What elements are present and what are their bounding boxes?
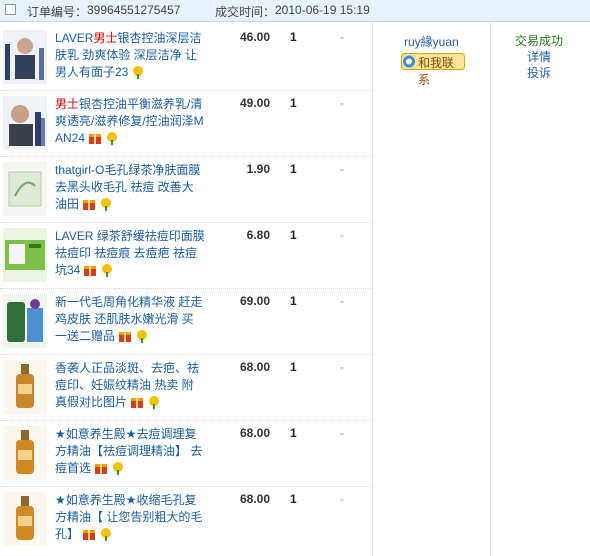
flower-badge-icon [135, 329, 149, 343]
item-price: 1.90 [246, 162, 270, 176]
item-price: 49.00 [239, 96, 270, 110]
item-extra: - [340, 228, 344, 242]
product-title-link[interactable]: 香袭人正品淡斑、去疤、祛痘印、妊娠纹精油 热卖 附真假对比图片 [55, 360, 205, 411]
deal-time-label: 成交时间： [215, 5, 276, 19]
contact-seller-button[interactable]: 和我联系 [401, 53, 465, 87]
item-extra: - [340, 96, 344, 110]
gift-badge-icon [82, 527, 96, 541]
product-title-link[interactable]: LAVER 绿茶舒缓祛痘印面膜 祛痘印 祛痘痕 去痘疤 祛痘坑34 [55, 228, 205, 279]
product-thumbnail[interactable] [3, 294, 47, 348]
product-thumbnail[interactable] [3, 96, 47, 150]
item-price: 69.00 [239, 294, 270, 308]
column-divider [490, 22, 491, 556]
item-row: 新一代毛周角化精华液 赶走鸡皮肤 还肌肤水嫩光滑 买一送二赠品 69.00 1 … [0, 288, 372, 355]
item-extra: - [340, 492, 344, 506]
gift-badge-icon [118, 329, 132, 343]
item-price: 6.80 [246, 228, 270, 242]
product-title-link[interactable]: ★如意养生殿★去痘调理复方精油【祛痘调理精油】 去痘首选 [55, 426, 205, 477]
flower-badge-icon [131, 65, 145, 79]
title-highlight: 男士 [55, 97, 80, 111]
item-row: ★如意养生殿★收缩毛孔复方精油【 让您告别粗大的毛孔】 68.00 1 - [0, 486, 372, 556]
title-highlight: 男士 [93, 31, 118, 45]
product-thumbnail[interactable] [3, 162, 47, 216]
item-price: 68.00 [239, 360, 270, 374]
item-row: ★如意养生殿★去痘调理复方精油【祛痘调理精油】 去痘首选 68.00 1 - [0, 420, 372, 487]
status-text: 交易成功 [514, 34, 563, 48]
flower-badge-icon [99, 527, 113, 541]
order-header: 订单编号： 39964551275457 成交时间： 2010-06-19 15… [0, 0, 590, 22]
item-extra: - [340, 360, 344, 374]
item-quantity: 1 [290, 294, 297, 308]
product-title-link[interactable]: 新一代毛周角化精华液 赶走鸡皮肤 还肌肤水嫩光滑 买一送二赠品 [55, 294, 205, 345]
title-text: thatgirl-O毛孔绿茶净肤面膜 去黑头收毛孔 祛痘 改善大油田 [55, 163, 201, 211]
column-divider [372, 22, 373, 556]
contact-seller-label: 和我联系 [418, 56, 455, 87]
flower-badge-icon [111, 461, 125, 475]
product-thumbnail[interactable] [3, 426, 47, 480]
product-title-link[interactable]: thatgirl-O毛孔绿茶净肤面膜 去黑头收毛孔 祛痘 改善大油田 [55, 162, 205, 213]
product-thumbnail[interactable] [3, 30, 47, 84]
item-row: LAVER男士银杏控油深层洁肤乳 劲爽体验 深层洁净 让男人有面子23 46.0… [0, 24, 372, 91]
item-quantity: 1 [290, 492, 297, 506]
gift-badge-icon [83, 263, 97, 277]
title-text: LAVER [55, 31, 94, 45]
item-extra: - [340, 30, 344, 44]
title-text: LAVER 绿茶舒缓祛痘印面膜 祛痘印 祛痘痕 去痘疤 祛痘坑34 [55, 229, 205, 277]
item-quantity: 1 [290, 30, 297, 44]
product-thumbnail[interactable] [3, 228, 47, 282]
details-link[interactable]: 详情 [494, 49, 584, 65]
flower-badge-icon [105, 131, 119, 145]
item-quantity: 1 [290, 96, 297, 110]
item-extra: - [340, 162, 344, 176]
item-extra: - [340, 294, 344, 308]
item-row: LAVER 绿茶舒缓祛痘印面膜 祛痘印 祛痘痕 去痘疤 祛痘坑34 6.80 1… [0, 222, 372, 289]
order-number: 39964551275457 [87, 3, 181, 17]
flower-badge-icon [147, 395, 161, 409]
flower-badge-icon [99, 197, 113, 211]
gift-badge-icon [88, 131, 102, 145]
item-price: 68.00 [239, 426, 270, 440]
item-price: 68.00 [239, 492, 270, 506]
item-quantity: 1 [290, 162, 297, 176]
product-title-link[interactable]: 男士银杏控油平衡滋养乳/清爽透亮/滋养修复/控油润泽MAN24 [55, 96, 205, 147]
item-quantity: 1 [290, 360, 297, 374]
title-text: 香袭人正品淡斑、去疤、祛痘印、妊娠纹精油 热卖 附真假对比图片 [55, 361, 200, 409]
product-title-link[interactable]: LAVER男士银杏控油深层洁肤乳 劲爽体验 深层洁净 让男人有面子23 [55, 30, 205, 81]
item-extra: - [340, 426, 344, 440]
item-price: 46.00 [239, 30, 270, 44]
gift-badge-icon [130, 395, 144, 409]
order-select-checkbox[interactable] [5, 4, 16, 15]
product-thumbnail[interactable] [3, 360, 47, 414]
item-row: 香袭人正品淡斑、去疤、祛痘印、妊娠纹精油 热卖 附真假对比图片 68.00 1 … [0, 354, 372, 421]
complaint-link[interactable]: 投诉 [494, 65, 584, 81]
product-thumbnail[interactable] [3, 492, 47, 546]
product-title-link[interactable]: ★如意养生殿★收缩毛孔复方精油【 让您告别粗大的毛孔】 [55, 492, 205, 543]
seller-name-link[interactable]: ruy緣yuan [404, 33, 459, 50]
title-text: ★如意养生殿★去痘调理复方精油【祛痘调理精油】 去痘首选 [55, 427, 203, 475]
order-number-label: 订单编号： [27, 5, 88, 19]
item-quantity: 1 [290, 228, 297, 242]
order-status: 交易成功 详情 投诉 [494, 33, 584, 81]
gift-badge-icon [94, 461, 108, 475]
item-row: thatgirl-O毛孔绿茶净肤面膜 去黑头收毛孔 祛痘 改善大油田 1.90 … [0, 156, 372, 223]
item-quantity: 1 [290, 426, 297, 440]
flower-badge-icon [100, 263, 114, 277]
deal-time: 2010-06-19 15:19 [275, 3, 370, 17]
gift-badge-icon [82, 197, 96, 211]
order-block: 订单编号： 39964551275457 成交时间： 2010-06-19 15… [0, 0, 590, 556]
item-row: 男士银杏控油平衡滋养乳/清爽透亮/滋养修复/控油润泽MAN24 49.00 1 … [0, 90, 372, 157]
title-text: ★如意养生殿★收缩毛孔复方精油【 让您告别粗大的毛孔】 [55, 493, 203, 541]
